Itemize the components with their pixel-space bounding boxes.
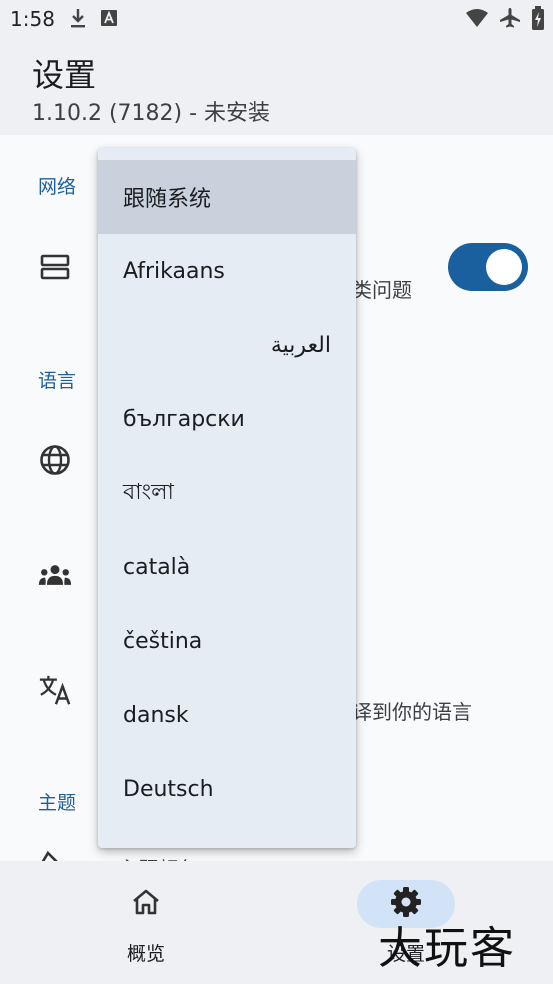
menu-item-afrikaans[interactable]: Afrikaans (98, 234, 356, 308)
version-subtitle: 1.10.2 (7182) - 未安装 (32, 101, 271, 126)
section-header-network: 网络 (38, 176, 77, 198)
status-time: 1:58 (10, 7, 55, 31)
nav-label-overview: 概览 (126, 943, 165, 965)
section-header-theme: 主题 (38, 792, 77, 814)
switch-knob (486, 249, 522, 285)
globe-icon (38, 443, 72, 477)
status-icons-left (68, 7, 118, 33)
menu-item-bengali[interactable]: বাংলা (98, 456, 356, 530)
menu-item-follow-system[interactable]: 跟随系统 (98, 160, 356, 234)
menu-item-czech[interactable]: čeština (98, 604, 356, 678)
battery-charging-icon (531, 6, 545, 34)
home-icon (131, 888, 161, 920)
menu-item-catalan[interactable]: català (98, 530, 356, 604)
translate-row-text: 译到你的语言 (352, 700, 472, 724)
theme-icon (38, 847, 72, 861)
menu-item-german[interactable]: Deutsch (98, 752, 356, 826)
watermark-logo: 大玩客 (378, 923, 516, 974)
menu-item-arabic[interactable]: العربية (98, 308, 356, 382)
status-bar: 1:58 (0, 0, 553, 36)
group-icon (38, 558, 72, 592)
page-title: 设置 (32, 56, 97, 94)
network-switch[interactable] (448, 243, 528, 291)
menu-item-danish[interactable]: dansk (98, 678, 356, 752)
app-header: 设置 1.10.2 (7182) - 未安装 (0, 36, 553, 135)
airplane-icon (499, 7, 521, 33)
wifi-icon (465, 8, 489, 32)
server-icon (38, 250, 72, 284)
section-header-language: 语言 (38, 370, 77, 392)
text-a-icon (100, 9, 118, 31)
download-icon (68, 7, 88, 33)
language-dropdown-menu[interactable]: 跟随系统 Afrikaans العربية български বাংলা c… (98, 148, 356, 848)
network-row-text: 类问题 (352, 278, 412, 302)
nav-item-overview[interactable]: 概览 (86, 861, 206, 984)
nav-icon-wrap (97, 880, 195, 928)
status-icons-right (465, 6, 545, 34)
menu-item-bulgarian[interactable]: български (98, 382, 356, 456)
theme-row-text: 主题颜色 (118, 853, 198, 861)
translate-icon (38, 673, 72, 707)
